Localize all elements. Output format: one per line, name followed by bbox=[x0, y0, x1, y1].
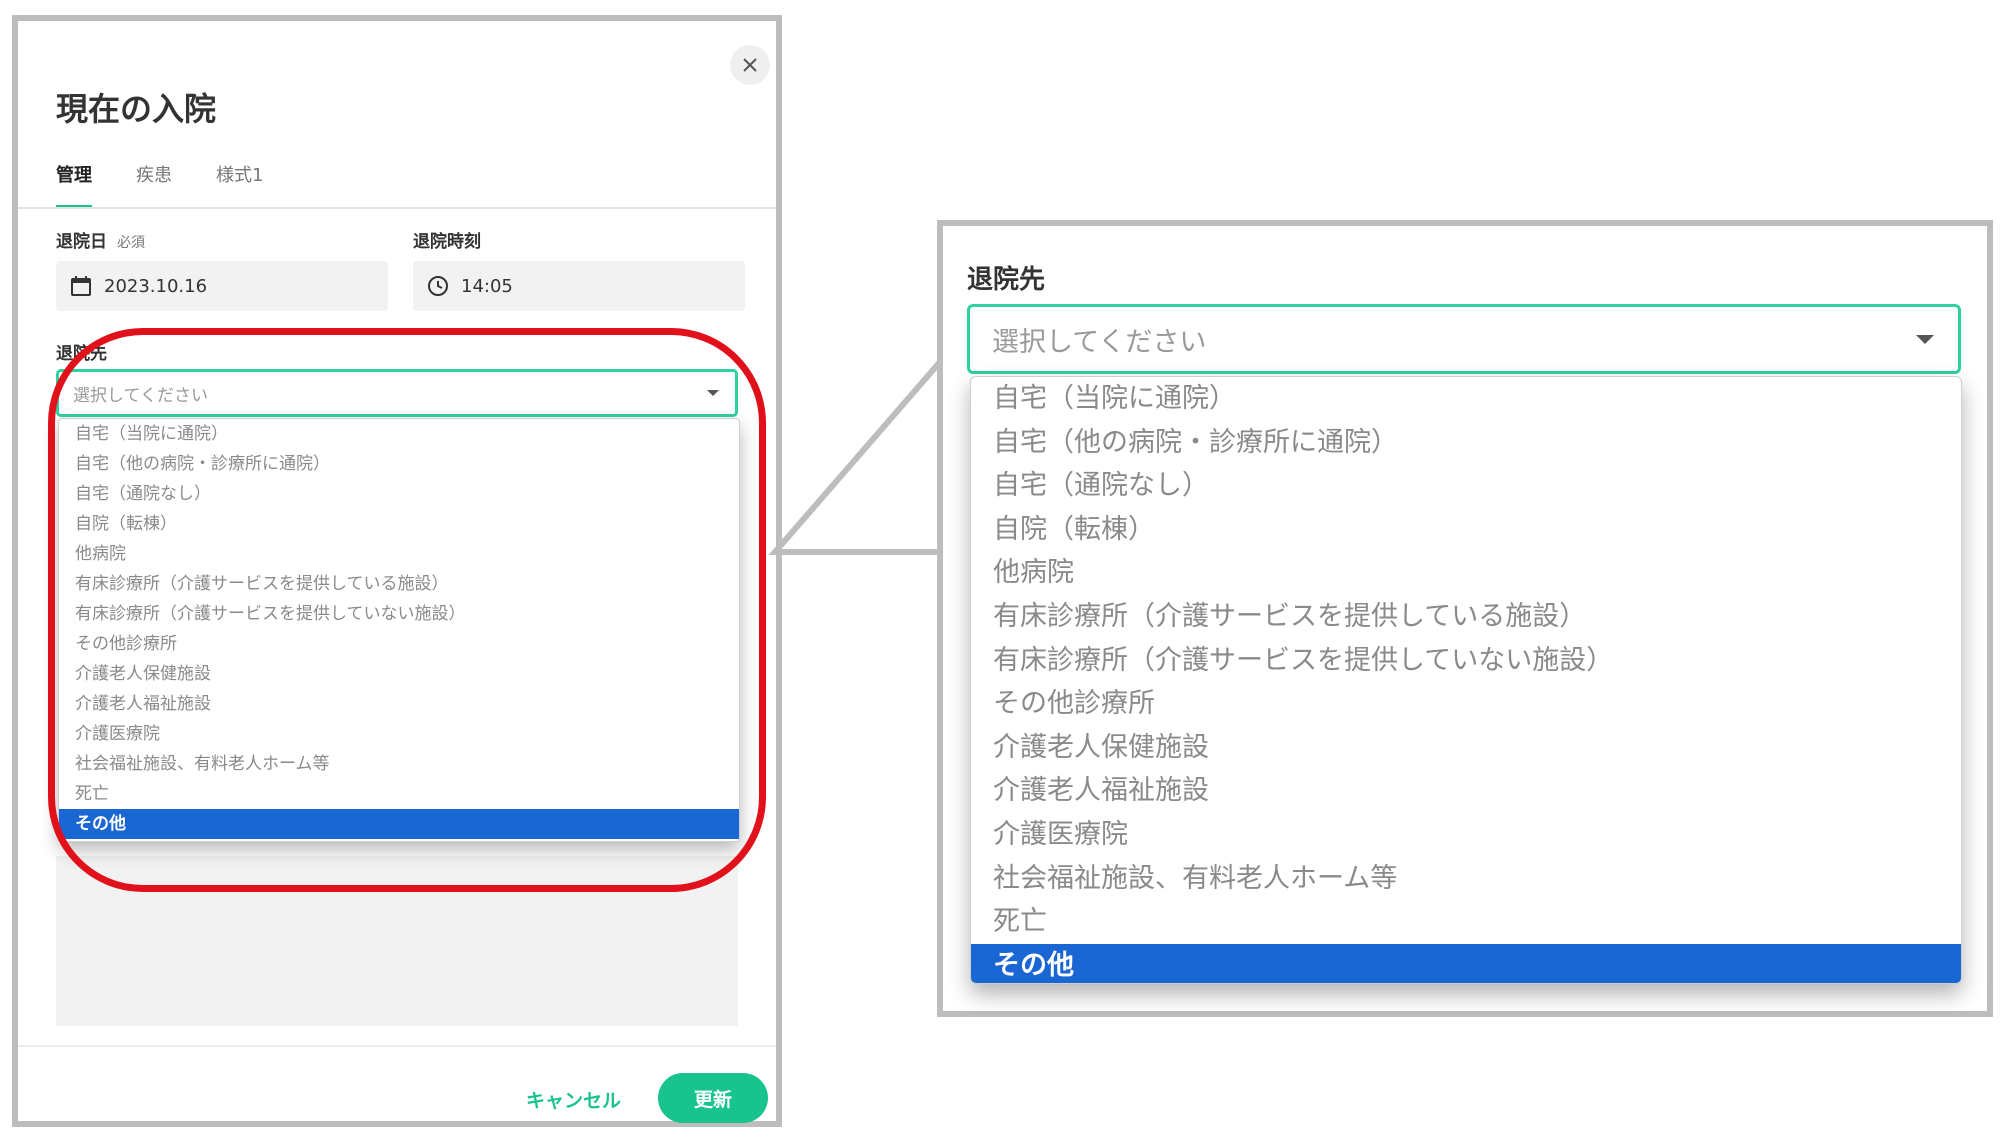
zoom-destination-select[interactable]: 選択してください bbox=[967, 304, 1961, 374]
option-item[interactable]: 自宅（当院に通院） bbox=[971, 377, 1961, 421]
option-item[interactable]: 有床診療所（介護サービスを提供している施設） bbox=[971, 595, 1961, 639]
option-item-selected[interactable]: その他 bbox=[971, 943, 1961, 983]
zoom-destination-placeholder: 選択してください bbox=[992, 326, 1207, 358]
zoomed-view-panel: 退院先 選択してください 自宅（当院に通院） 自宅（他の病院・診療所に通院） 自… bbox=[937, 220, 1993, 1017]
option-item[interactable]: 他病院 bbox=[971, 551, 1961, 595]
option-item[interactable]: その他診療所 bbox=[971, 682, 1961, 726]
option-item[interactable]: 死亡 bbox=[971, 900, 1961, 944]
option-item[interactable]: 社会福祉施設、有料老人ホーム等 bbox=[971, 857, 1961, 901]
option-item[interactable]: 介護医療院 bbox=[971, 813, 1961, 857]
option-item[interactable]: 介護老人福祉施設 bbox=[971, 769, 1961, 813]
option-item[interactable]: 自院（転棟） bbox=[971, 508, 1961, 552]
zoom-destination-dropdown-list: 自宅（当院に通院） 自宅（他の病院・診療所に通院） 自宅（通院なし） 自院（転棟… bbox=[970, 376, 1962, 984]
option-item[interactable]: 有床診療所（介護サービスを提供していない施設） bbox=[971, 639, 1961, 683]
caret-down-icon bbox=[1916, 335, 1934, 344]
option-item[interactable]: 自宅（他の病院・診療所に通院） bbox=[971, 421, 1961, 465]
zoom-destination-label: 退院先 bbox=[967, 265, 1046, 295]
option-item[interactable]: 介護老人保健施設 bbox=[971, 726, 1961, 770]
option-item[interactable]: 自宅（通院なし） bbox=[971, 464, 1961, 508]
